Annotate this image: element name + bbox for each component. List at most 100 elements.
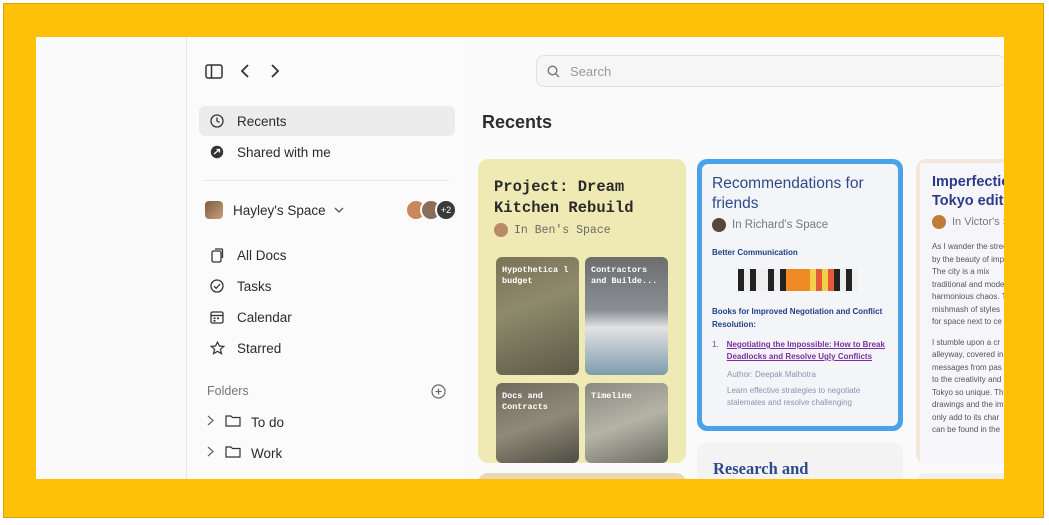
doc-card-space: In Ben's Space xyxy=(494,223,611,237)
list-number: 1. xyxy=(712,340,719,349)
sidebar: Recents Shared with me Hayley's Space +2… xyxy=(186,37,464,479)
text-line: by the beauty of imp xyxy=(932,254,1004,264)
search-input[interactable]: Search xyxy=(536,55,1004,87)
doc-card-body: Imperfectio Tokyo editio In Victor's S A… xyxy=(920,163,1004,464)
doc-paragraph-2: I stumble upon a cr alleyway, covered in… xyxy=(932,337,1004,437)
more-members-badge: +2 xyxy=(435,199,457,221)
docs-icon xyxy=(209,247,225,263)
subdoc-tile[interactable]: Contractors and Builde... xyxy=(585,257,668,375)
sidebar-item-label: Recents xyxy=(237,113,287,129)
doc-card-body: Recommendations for friends In Richard's… xyxy=(702,164,898,426)
doc-card-title: Research and xyxy=(713,459,809,478)
sidebar-item-shared[interactable]: Shared with me xyxy=(199,137,455,167)
sidebar-item-tasks[interactable]: Tasks xyxy=(199,271,455,301)
search-icon xyxy=(547,64,560,78)
chevron-left-icon[interactable] xyxy=(235,61,255,81)
author-avatar xyxy=(494,223,508,237)
chevron-right-icon xyxy=(207,446,221,460)
list-item: 1. Negotiating the Impossible: How to Br… xyxy=(712,339,888,363)
folders-label: Folders xyxy=(207,384,249,398)
subdoc-tile[interactable]: Docs and Contracts xyxy=(496,383,579,463)
doc-card-research[interactable]: Research and xyxy=(697,443,903,479)
add-folder-icon[interactable] xyxy=(430,383,446,399)
text-line: mishmash of styles xyxy=(932,304,1001,314)
text-line: only add to its char xyxy=(932,412,1000,422)
sidebar-item-all-docs[interactable]: All Docs xyxy=(199,240,455,270)
author-avatar xyxy=(932,215,946,229)
sidebar-item-label: Tasks xyxy=(237,278,272,294)
book-author: Author: Deepak Malhotra xyxy=(727,370,816,379)
sidebar-item-label: Calendar xyxy=(237,309,292,325)
text-line: for space next to ce xyxy=(932,317,1002,326)
text-line: harmonious chaos. T xyxy=(932,292,1004,301)
doc-card-title: Recommendations for friends xyxy=(712,175,864,212)
folder-item-work[interactable]: Work xyxy=(207,441,282,465)
subdoc-tile[interactable]: Timeline xyxy=(585,383,668,463)
author-avatar xyxy=(712,218,726,232)
space-avatar xyxy=(205,201,223,219)
doc-card-partial[interactable] xyxy=(916,473,1004,479)
search-placeholder: Search xyxy=(570,63,612,79)
folder-icon xyxy=(225,445,241,461)
book-link[interactable]: Negotiating the Impossible: How to Break… xyxy=(727,339,888,363)
book-description: Learn effective strategies to negotiate … xyxy=(727,386,861,407)
sidebar-item-label: Shared with me xyxy=(237,144,331,160)
clock-icon xyxy=(209,113,225,129)
doc-card-recommendations[interactable]: Recommendations for friends In Richard's… xyxy=(697,159,903,431)
text-line: drawings and the im xyxy=(932,400,1004,409)
space-members[interactable]: +2 xyxy=(405,199,457,221)
text-line: to the creativity and xyxy=(932,375,1002,384)
sidebar-item-calendar[interactable]: Calendar xyxy=(199,302,455,332)
text-line: I stumble upon a cr xyxy=(932,337,1001,347)
subdoc-tile-label: Hypothetica l budget xyxy=(502,265,569,286)
doc-card-space-label: In Victor's S xyxy=(952,216,1004,228)
decorative-banner xyxy=(738,269,858,291)
chevron-down-icon xyxy=(334,207,344,213)
calendar-icon xyxy=(209,309,225,325)
star-icon xyxy=(209,340,225,356)
folder-item-todo[interactable]: To do xyxy=(207,410,284,434)
chevron-right-icon xyxy=(207,415,221,429)
doc-card-title: Project: Dream Kitchen Rebuild xyxy=(494,178,634,217)
text-line: messages from pas xyxy=(932,362,1002,372)
text-line: The city is a mix xyxy=(932,267,990,276)
subdoc-tile-label: Timeline xyxy=(591,391,632,401)
doc-card-space-label: In Ben's Space xyxy=(514,223,611,237)
text-line: Tokyo so unique. Th xyxy=(932,387,1004,397)
app-window: Recents Shared with me Hayley's Space +2… xyxy=(36,37,1004,479)
share-icon xyxy=(209,144,225,160)
sidebar-item-label: All Docs xyxy=(237,247,287,263)
page-title: Recents xyxy=(482,112,553,132)
subdoc-tile-label: Docs and Contracts xyxy=(502,391,548,412)
text-line: As I wander the stree xyxy=(932,242,1004,251)
space-name: Hayley's Space xyxy=(233,202,326,218)
doc-card-space: In Victor's S xyxy=(932,215,1004,229)
sidebar-toggle-icon[interactable] xyxy=(203,61,225,81)
doc-card-space: In Richard's Space xyxy=(712,218,888,232)
doc-card-partial[interactable] xyxy=(478,473,686,479)
sidebar-item-label: Starred xyxy=(237,340,282,356)
folder-label: To do xyxy=(251,414,285,430)
text-line: traditional and mode xyxy=(932,279,1004,289)
check-circle-icon xyxy=(209,278,225,294)
text-line: can be found in the xyxy=(932,425,1001,434)
chevron-right-icon[interactable] xyxy=(265,61,285,81)
window-gutter xyxy=(36,37,186,479)
subdoc-tile[interactable]: Hypothetica l budget xyxy=(496,257,579,375)
doc-card-kitchen[interactable]: Project: Dream Kitchen Rebuild In Ben's … xyxy=(478,159,686,463)
doc-heading: Better Communication xyxy=(712,248,798,257)
folder-icon xyxy=(225,414,241,430)
doc-card-title-line2: Tokyo editio xyxy=(932,193,1004,209)
sidebar-divider xyxy=(203,180,449,181)
sidebar-item-starred[interactable]: Starred xyxy=(199,333,455,363)
main-content: Search Recents Project: Dream Kitchen Re… xyxy=(464,37,1004,479)
doc-card-title-line1: Imperfectio xyxy=(932,174,1004,190)
folder-label: Work xyxy=(251,445,283,461)
text-line: alleyway, covered in xyxy=(932,350,1004,359)
subdoc-tile-label: Contractors and Builde... xyxy=(591,265,658,286)
doc-paragraph-1: As I wander the stree by the beauty of i… xyxy=(932,241,1004,329)
doc-card-tokyo[interactable]: Imperfectio Tokyo editio In Victor's S A… xyxy=(916,159,1004,464)
sidebar-item-recents[interactable]: Recents xyxy=(199,106,455,136)
doc-subheading: Books for Improved Negotiation and Confl… xyxy=(712,307,883,329)
doc-card-space-label: In Richard's Space xyxy=(732,219,829,231)
